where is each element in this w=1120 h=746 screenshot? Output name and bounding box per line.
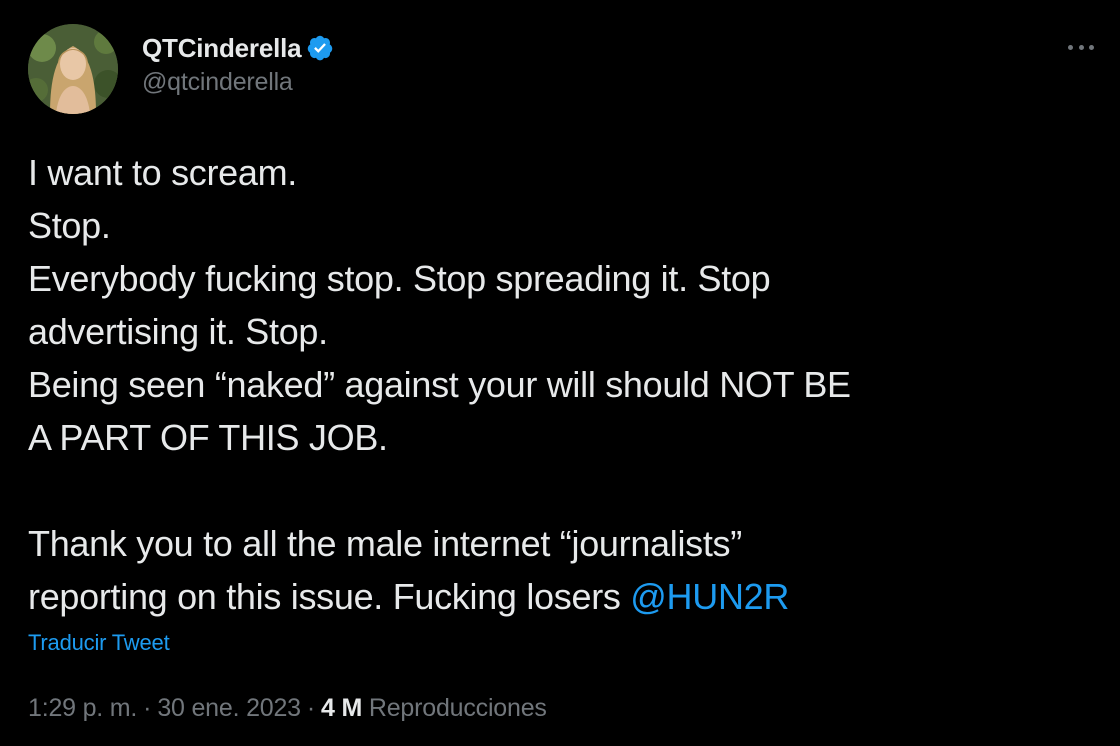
tweet-line: Thank you to all the male internet “jour… (28, 523, 742, 564)
tweet-text: I want to scream. Stop. Everybody fuckin… (28, 146, 1098, 623)
dot-icon (1068, 44, 1073, 50)
tweet-line-last: reporting on this issue. Fucking losers … (28, 570, 1098, 623)
dot-icon (1078, 44, 1084, 50)
tweet-date[interactable]: 30 ene. 2023 (157, 694, 301, 722)
translate-tweet-link[interactable]: Traducir Tweet (28, 630, 170, 656)
author-info: QTCinderella @qtcinderella (142, 30, 334, 97)
name-row: QTCinderella (142, 30, 334, 66)
tweet-line: advertising it. Stop. (28, 311, 328, 352)
tweet-line: Everybody fucking stop. Stop spreading i… (28, 258, 771, 299)
more-options-icon[interactable] (1068, 36, 1094, 58)
views-label: Reproducciones (368, 694, 547, 722)
views-count: 4 M (321, 694, 363, 722)
tweet-line: Being seen “naked” against your will sho… (28, 364, 851, 405)
mention-link[interactable]: @HUN2R (630, 576, 789, 617)
separator: · (143, 694, 152, 722)
tweet-line: A PART OF THIS JOB. (28, 417, 388, 458)
tweet-line: Stop. (28, 205, 111, 246)
display-name[interactable]: QTCinderella (142, 33, 302, 64)
verified-badge-icon (306, 34, 334, 62)
tweet-line-text: reporting on this issue. Fucking losers (28, 576, 631, 617)
tweet-line: I want to scream. (28, 152, 297, 193)
tweet-time[interactable]: 1:29 p. m. (28, 694, 137, 722)
dot-icon (1089, 44, 1094, 50)
separator: · (306, 694, 316, 722)
handle[interactable]: @qtcinderella (142, 68, 334, 97)
tweet-meta: 1:29 p. m. · 30 ene. 2023 · 4 M Reproduccion… (28, 694, 547, 723)
avatar[interactable] (28, 24, 118, 114)
tweet: QTCinderella @qtcinderella I want to scr… (0, 0, 1120, 746)
